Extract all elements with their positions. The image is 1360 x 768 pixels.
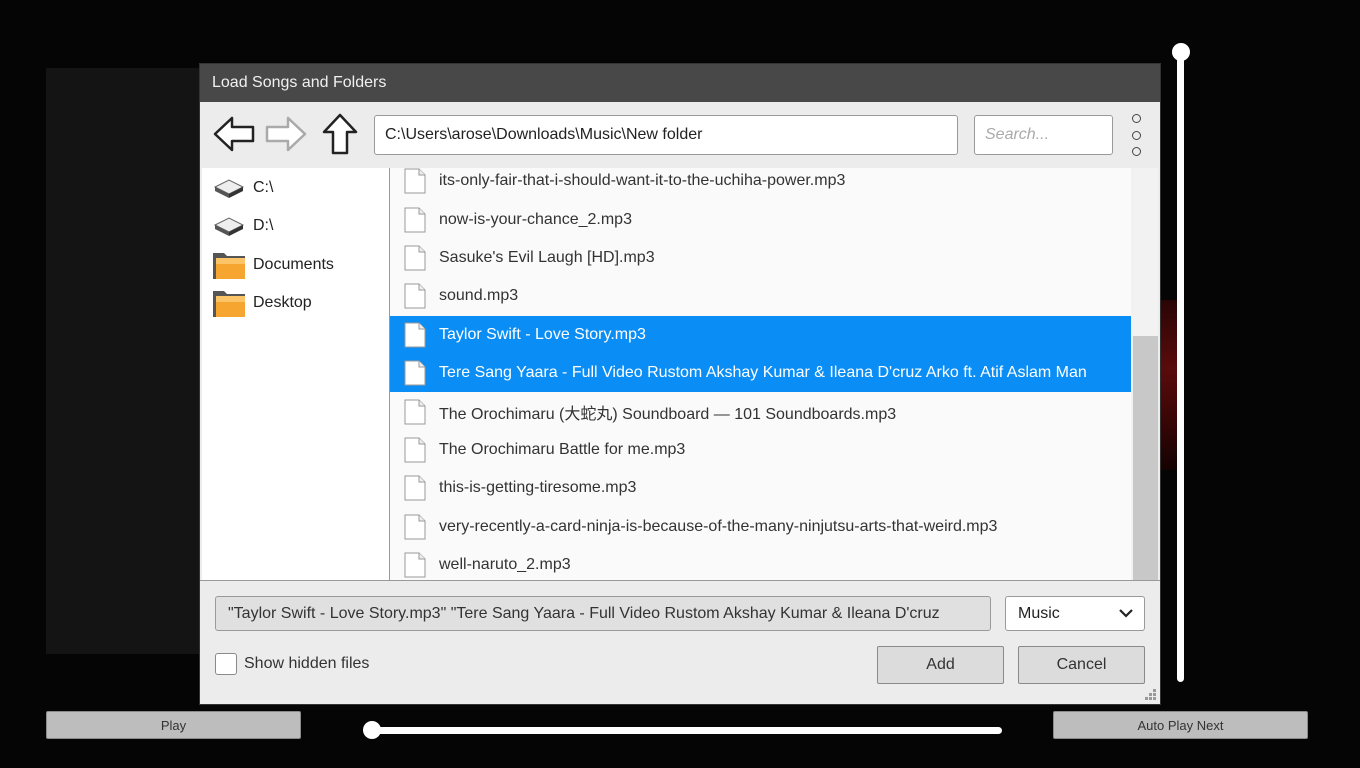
file-name: very-recently-a-card-ninja-is-because-of…	[439, 517, 998, 535]
file-name: The Orochimaru (大蛇丸) Soundboard — 101 So…	[439, 405, 897, 423]
show-hidden-checkbox[interactable]	[215, 653, 237, 675]
scrollbar-thumb[interactable]	[1133, 336, 1158, 580]
resize-grip-icon[interactable]	[1143, 687, 1157, 701]
arrow-right-icon	[265, 116, 307, 152]
file-row[interactable]: very-recently-a-card-ninja-is-because-of…	[390, 508, 1131, 546]
seek-slider-track[interactable]	[370, 727, 1002, 734]
file-icon	[404, 437, 426, 463]
file-row[interactable]: well-naruto_2.mp3	[390, 546, 1131, 580]
drive-icon	[212, 211, 246, 241]
volume-slider-track[interactable]	[1177, 50, 1184, 682]
dialog-toolbar	[200, 102, 1160, 166]
sidebar-item-label: D:\	[253, 217, 274, 234]
folder-icon	[212, 250, 246, 280]
file-row[interactable]: The Orochimaru (大蛇丸) Soundboard — 101 So…	[390, 392, 1131, 430]
show-hidden-label: Show hidden files	[244, 655, 370, 672]
load-songs-dialog: Load Songs and Folders C:\Users\arose\Do…	[200, 64, 1160, 704]
up-button[interactable]	[318, 112, 362, 156]
file-icon	[404, 168, 426, 194]
dialog-title: Load Songs and Folders	[200, 64, 1160, 102]
sidebar-item-d-drive[interactable]: D:\	[212, 209, 382, 243]
file-name: well-naruto_2.mp3	[439, 556, 571, 574]
file-name: The Orochimaru Battle for me.mp3	[439, 440, 686, 458]
drive-icon	[212, 173, 246, 203]
path-input[interactable]	[374, 115, 958, 155]
file-name: this-is-getting-tiresome.mp3	[439, 479, 637, 497]
add-button[interactable]: Add	[877, 646, 1004, 684]
sidebar-item-c-drive[interactable]: C:\	[212, 171, 382, 205]
file-type-select[interactable]: Music	[1005, 596, 1145, 631]
sidebar-item-documents[interactable]: Documents	[212, 248, 382, 282]
sidebar-item-label: Desktop	[253, 294, 312, 311]
background-panel	[46, 68, 206, 654]
file-row[interactable]: sound.mp3	[390, 277, 1131, 315]
file-icon	[404, 245, 426, 271]
file-icon	[404, 207, 426, 233]
sidebar-item-label: Documents	[253, 256, 334, 273]
forward-button[interactable]	[264, 112, 308, 156]
arrow-left-icon	[213, 116, 255, 152]
file-row[interactable]: Tere Sang Yaara - Full Video Rustom Aksh…	[390, 354, 1131, 393]
cancel-button[interactable]: Cancel	[1018, 646, 1145, 684]
filename-field[interactable]: "Taylor Swift - Love Story.mp3" "Tere Sa…	[215, 596, 991, 631]
file-icon	[404, 552, 426, 578]
more-options-button[interactable]	[1126, 114, 1146, 156]
dot-icon	[1131, 130, 1141, 140]
dot-icon	[1131, 147, 1141, 156]
file-row[interactable]: The Orochimaru Battle for me.mp3	[390, 431, 1131, 469]
file-icon	[404, 322, 426, 348]
folder-icon	[212, 288, 246, 318]
sidebar-item-label: C:\	[253, 179, 274, 196]
file-name: its-only-fair-that-i-should-want-it-to-t…	[439, 172, 846, 190]
volume-slider-handle[interactable]	[1172, 43, 1190, 61]
chevron-down-icon	[1119, 609, 1133, 618]
show-hidden-files[interactable]: Show hidden files	[215, 653, 369, 675]
file-list: its-only-fair-that-i-should-want-it-to-t…	[390, 168, 1131, 580]
dot-icon	[1131, 114, 1141, 123]
file-row[interactable]: Taylor Swift - Love Story.mp3	[390, 315, 1131, 354]
file-name: Taylor Swift - Love Story.mp3	[439, 325, 646, 343]
play-button[interactable]: Play	[46, 711, 301, 739]
file-icon	[404, 514, 426, 540]
sidebar: C:\ D:\ Documents Desktop	[202, 168, 390, 580]
search-input[interactable]	[974, 115, 1113, 155]
file-icon	[404, 399, 426, 425]
file-row[interactable]: this-is-getting-tiresome.mp3	[390, 469, 1131, 507]
file-row[interactable]: Sasuke's Evil Laugh [HD].mp3	[390, 239, 1131, 277]
file-type-value: Music	[1018, 605, 1060, 622]
file-list-scrollbar[interactable]	[1131, 168, 1158, 580]
file-name: sound.mp3	[439, 287, 519, 305]
file-row[interactable]: its-only-fair-that-i-should-want-it-to-t…	[390, 168, 1131, 200]
sidebar-item-desktop[interactable]: Desktop	[212, 286, 382, 320]
file-name: Tere Sang Yaara - Full Video Rustom Aksh…	[439, 364, 1087, 382]
seek-slider-handle[interactable]	[363, 721, 381, 739]
back-button[interactable]	[212, 112, 256, 156]
file-icon	[404, 475, 426, 501]
file-icon	[404, 283, 426, 309]
arrow-up-icon	[322, 113, 358, 155]
divider	[200, 580, 1160, 581]
file-icon	[404, 360, 426, 386]
auto-play-next-button[interactable]: Auto Play Next	[1053, 711, 1308, 739]
file-name: Sasuke's Evil Laugh [HD].mp3	[439, 248, 655, 266]
file-row[interactable]: now-is-your-chance_2.mp3	[390, 200, 1131, 238]
file-name: now-is-your-chance_2.mp3	[439, 210, 632, 228]
